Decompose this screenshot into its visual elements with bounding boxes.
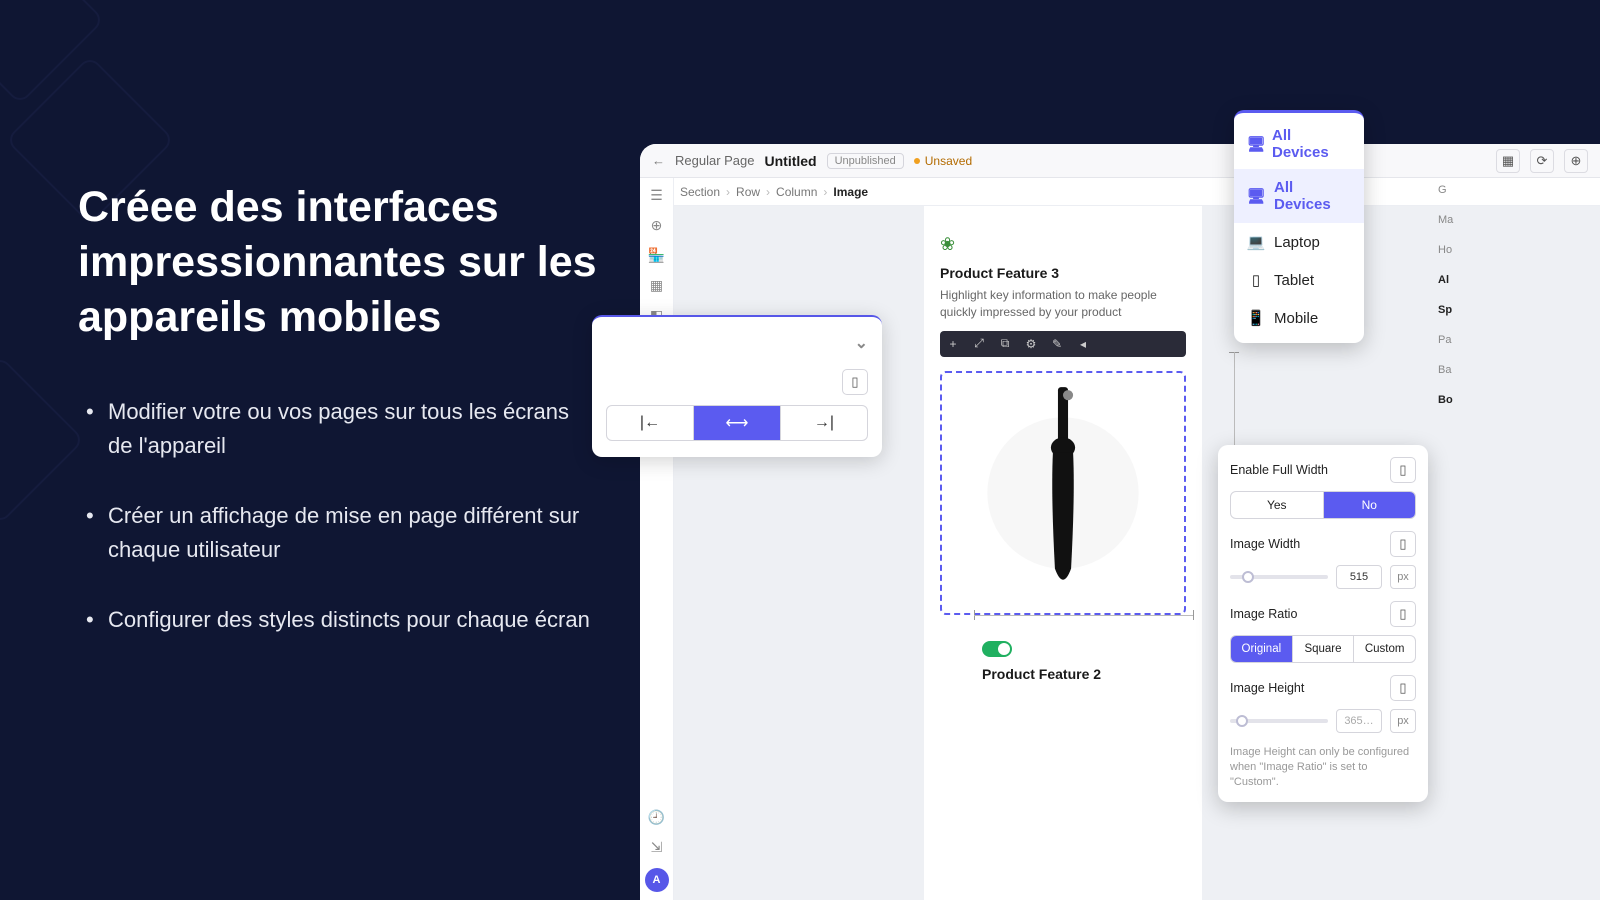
- left-rail: ☰ ⊕ 🏪 ▦ ◧ 🕘 ⇲ A: [640, 178, 674, 900]
- image-width-label: Image Width: [1230, 537, 1300, 551]
- alignment-panel: Alignment ⌄ Horizontal Alignment ▯ |← ⟷ …: [592, 315, 882, 457]
- bullet-item: Configurer des styles distincts pour cha…: [78, 603, 598, 637]
- mobile-icon: 📱: [1248, 309, 1264, 327]
- export-icon[interactable]: ⇲: [648, 838, 666, 856]
- breadcrumb-current[interactable]: Image: [833, 185, 868, 199]
- device-chip-icon[interactable]: ▯: [1390, 601, 1416, 627]
- device-option-all[interactable]: 🖥 All Devices: [1234, 169, 1364, 223]
- ruler-horizontal: [974, 610, 1194, 620]
- full-width-yes[interactable]: Yes: [1231, 492, 1324, 518]
- more-icon[interactable]: ⊕: [1564, 149, 1588, 173]
- image-height-label: Image Height: [1230, 681, 1304, 695]
- horiz-align-label: Horizontal Alignment: [606, 374, 734, 390]
- image-height-input: [1336, 709, 1382, 733]
- ratio-custom[interactable]: Custom: [1354, 636, 1415, 662]
- image-width-input[interactable]: [1336, 565, 1382, 589]
- copy-icon[interactable]: ⧉: [992, 331, 1018, 357]
- image-ratio-label: Image Ratio: [1230, 607, 1297, 621]
- image-width-slider[interactable]: [1230, 575, 1328, 579]
- device-chip-icon[interactable]: ▯: [1390, 675, 1416, 701]
- image-height-slider: [1230, 719, 1328, 723]
- align-right-button[interactable]: →|: [781, 406, 867, 440]
- breadcrumb-item[interactable]: Row: [736, 185, 760, 199]
- ratio-original[interactable]: Original: [1231, 636, 1293, 662]
- full-width-segment: Yes No: [1230, 491, 1416, 519]
- editor-window: ← Regular Page Untitled Unpublished Unsa…: [640, 144, 1600, 900]
- full-width-label: Enable Full Width: [1230, 463, 1328, 477]
- settings-icon[interactable]: ⚙: [1018, 331, 1044, 357]
- history-icon[interactable]: 🕘: [648, 808, 666, 826]
- canvas: ❀ Product Feature 3 Highlight key inform…: [674, 206, 1600, 900]
- publish-badge: Unpublished: [827, 153, 904, 169]
- feature-title: Product Feature 3: [940, 265, 1186, 281]
- add-icon[interactable]: ⊕: [648, 216, 666, 234]
- image-properties-panel: Enable Full Width ▯ Yes No Image Width ▯…: [1218, 445, 1428, 802]
- element-action-toolbar: + ⤢ ⧉ ⚙ ✎ ◂: [940, 331, 1186, 357]
- canvas-sheet: ❀ Product Feature 3 Highlight key inform…: [924, 206, 1202, 900]
- desktop-icon: 🖥: [1248, 187, 1264, 205]
- breadcrumb-item[interactable]: Section: [680, 185, 720, 199]
- align-left-button[interactable]: |←: [607, 406, 694, 440]
- layers-icon[interactable]: ☰: [648, 186, 666, 204]
- image-height-hint: Image Height can only be configured when…: [1230, 745, 1416, 790]
- top-bar: ← Regular Page Untitled Unpublished Unsa…: [640, 144, 1600, 178]
- full-width-no[interactable]: No: [1324, 492, 1416, 518]
- toggle-switch[interactable]: [982, 641, 1012, 657]
- alignment-title: Alignment: [606, 334, 684, 352]
- device-chip-icon[interactable]: ▯: [1390, 457, 1416, 483]
- device-option-tablet[interactable]: ▯ Tablet: [1234, 261, 1364, 299]
- device-option-mobile[interactable]: 📱 Mobile: [1234, 299, 1364, 337]
- bullet-list: Modifier votre ou vos pages sur tous les…: [78, 395, 598, 637]
- leaf-icon: ❀: [940, 234, 1186, 255]
- add-element-icon[interactable]: +: [940, 331, 966, 357]
- right-sidebar-peek: G Ma Ho Al Sp Pa Ba Bo: [1438, 175, 1453, 415]
- bullet-item: Modifier votre ou vos pages sur tous les…: [78, 395, 598, 463]
- edit-icon[interactable]: ✎: [1044, 331, 1070, 357]
- tablet-icon: ▯: [1248, 271, 1264, 289]
- grid-view-icon[interactable]: ▦: [1496, 149, 1520, 173]
- feature2-title: Product Feature 2: [982, 666, 1101, 682]
- device-chip-icon[interactable]: ▯: [842, 369, 868, 395]
- device-dropdown: 🖥 All Devices 🖥 All Devices 💻 Laptop ▯ T…: [1234, 110, 1364, 343]
- store-icon[interactable]: 🏪: [648, 246, 666, 264]
- breadcrumb-item[interactable]: Column: [776, 185, 817, 199]
- product-image: [946, 377, 1180, 609]
- device-chip-icon[interactable]: ▯: [1390, 531, 1416, 557]
- unit-label: px: [1390, 709, 1416, 733]
- back-arrow-icon[interactable]: ←: [652, 153, 665, 168]
- chevron-down-icon[interactable]: ⌄: [855, 333, 868, 353]
- device-dropdown-header[interactable]: 🖥 All Devices: [1234, 119, 1364, 169]
- selected-image-frame[interactable]: [940, 371, 1186, 615]
- headline: Créee des interfaces impressionnantes su…: [78, 180, 598, 345]
- marketing-copy: Créee des interfaces impressionnantes su…: [78, 180, 598, 674]
- refresh-icon[interactable]: ⟳: [1530, 149, 1554, 173]
- save-status: Unsaved: [914, 154, 972, 168]
- laptop-icon: 💻: [1248, 233, 1264, 251]
- desktop-icon: 🖥: [1248, 135, 1264, 153]
- bullet-item: Créer un affichage de mise en page diffé…: [78, 499, 598, 567]
- page-type-label: Regular Page: [675, 153, 755, 168]
- breadcrumb: Section › Row › Column › Image: [640, 178, 1600, 206]
- avatar[interactable]: A: [645, 868, 669, 892]
- bg-decoration: [0, 355, 85, 525]
- horiz-align-segment: |← ⟷ →|: [606, 405, 868, 441]
- ratio-square[interactable]: Square: [1293, 636, 1355, 662]
- image-ratio-segment: Original Square Custom: [1230, 635, 1416, 663]
- feature-subtitle: Highlight key information to make people…: [940, 287, 1186, 321]
- move-icon[interactable]: ⤢: [966, 331, 992, 357]
- align-center-button[interactable]: ⟷: [694, 406, 781, 440]
- unit-label: px: [1390, 565, 1416, 589]
- grid-icon[interactable]: ▦: [648, 276, 666, 294]
- page-title[interactable]: Untitled: [765, 153, 817, 169]
- collapse-icon[interactable]: ◂: [1070, 331, 1096, 357]
- device-option-laptop[interactable]: 💻 Laptop: [1234, 223, 1364, 261]
